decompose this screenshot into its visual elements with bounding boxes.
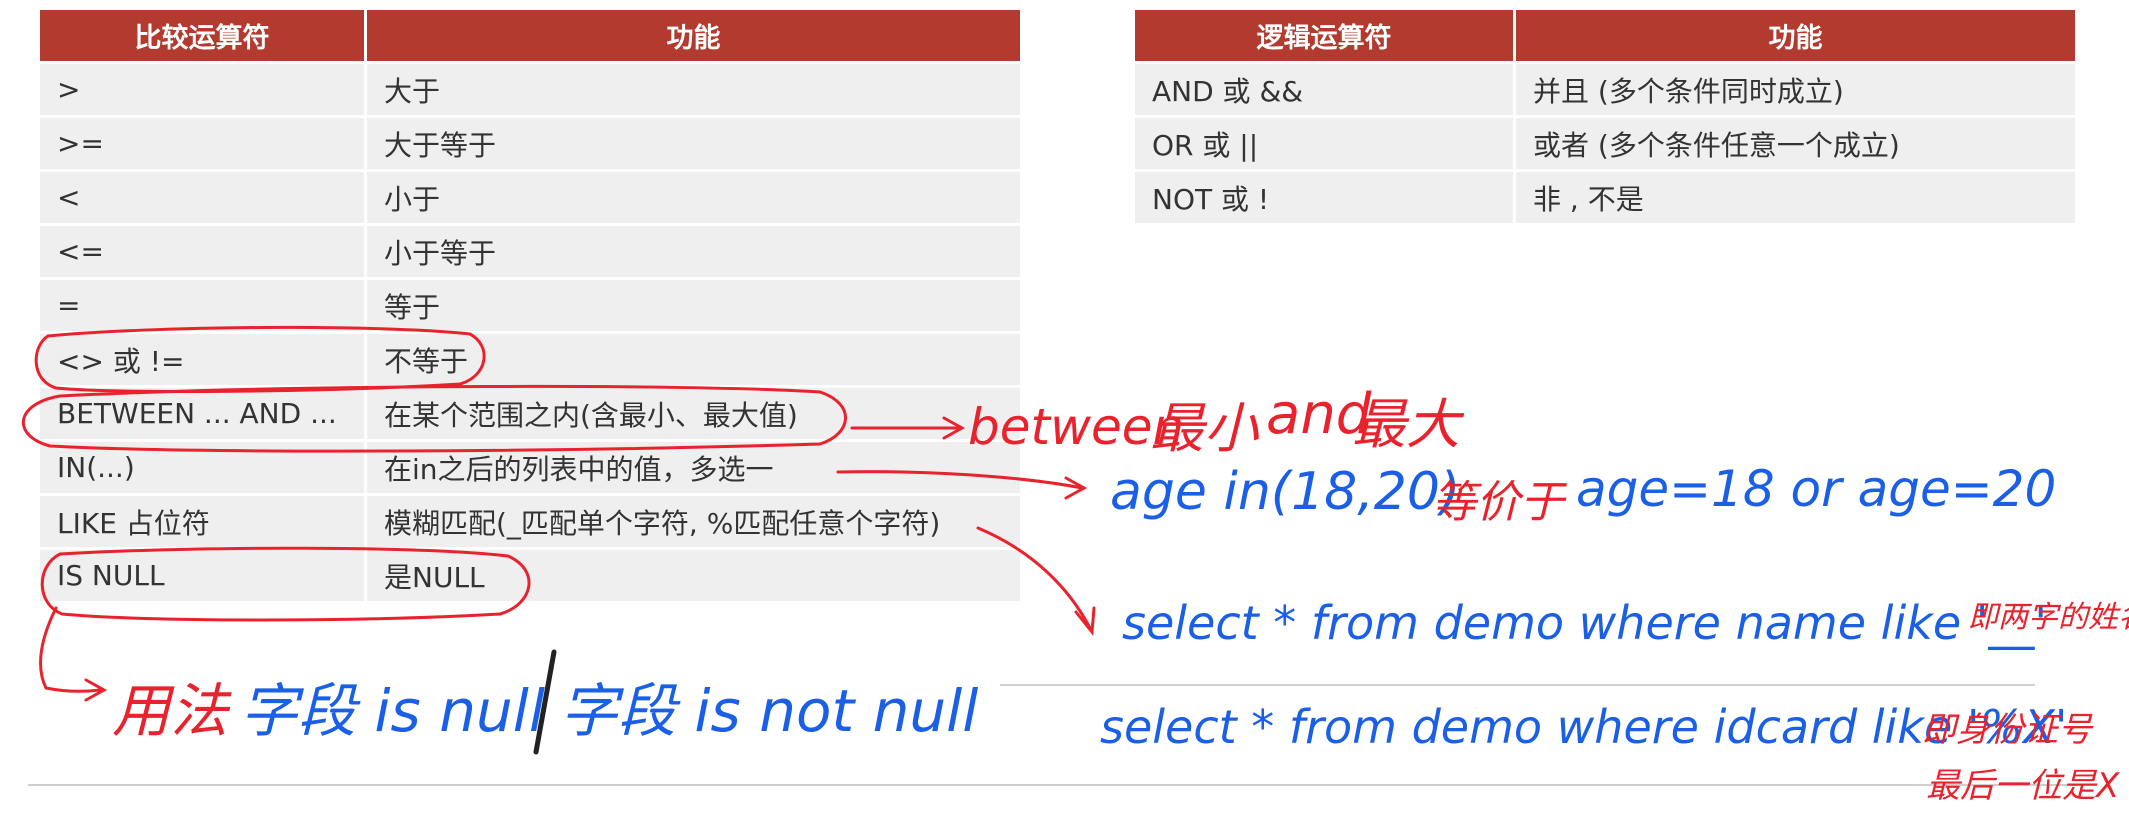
annotation-like1-sql: select * from demo where name like '__' [1122, 596, 2048, 650]
annotation-null-part2: 字段 is null [240, 677, 545, 745]
circle-not-equal [34, 325, 486, 393]
circle-between [21, 384, 847, 453]
annotation-in-part2: 等价于 [1432, 477, 1564, 528]
annotation-like1-note: 即两字的姓名 [1968, 600, 2129, 635]
annotation-in-part1: age in(18,20) [1110, 462, 1461, 522]
annotation-like2-note2: 最后一位是X [1926, 766, 2120, 806]
arrow-in [836, 470, 1088, 500]
arrow-between [850, 416, 966, 440]
arrow-null [39, 606, 108, 702]
annotation-between-cn1: 最小 [1150, 397, 1258, 460]
arrow-like [976, 526, 1096, 636]
annotation-null-part1: 用法 [112, 677, 229, 745]
circle-is-null [40, 546, 531, 622]
annotation-in-part3: age=18 or age=20 [1576, 460, 2057, 518]
annotation-between-cn2: 最大 [1352, 393, 1460, 456]
annotation-null-part3: 字段 is not null [560, 677, 979, 745]
annotation-like2-note1: 即身份证号 [1922, 710, 2092, 750]
